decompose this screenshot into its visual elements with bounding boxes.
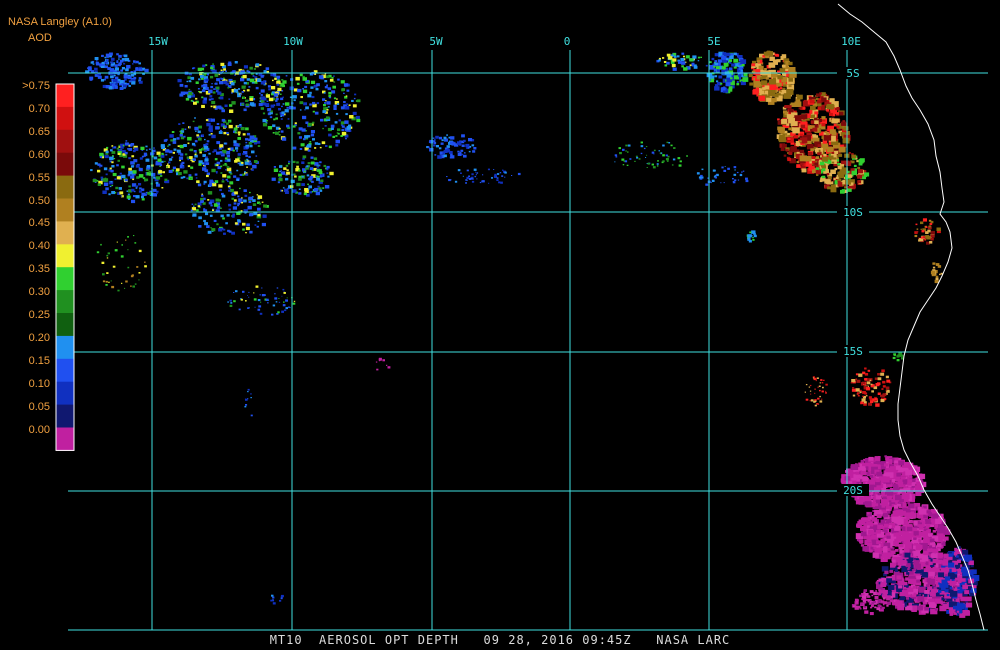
legend-swatch <box>56 175 74 199</box>
legend-swatch <box>56 427 74 451</box>
lon-label-10w: 10W <box>283 35 303 48</box>
lat-label-20s: 20S <box>843 484 863 497</box>
legend-label: 0.50 <box>28 194 50 207</box>
legend-swatch <box>56 198 74 222</box>
lon-label-5w: 5W <box>429 35 443 48</box>
legend-swatch <box>56 358 74 383</box>
legend-swatch <box>56 335 74 360</box>
legend-label: 0.10 <box>28 377 50 390</box>
legend-swatch <box>56 244 74 268</box>
legend-swatch <box>56 404 74 428</box>
legend-label: 0.30 <box>28 286 50 299</box>
legend-label: 0.45 <box>28 217 50 230</box>
legend-swatch <box>56 84 74 108</box>
lat-label-15s: 15S <box>843 345 863 358</box>
lon-label-15w: 15W <box>148 35 168 48</box>
lat-label-10s: 10S <box>843 206 863 219</box>
lon-label-5e: 5E <box>707 35 720 48</box>
footer-title: MT10 AEROSOL OPT DEPTH 09 28, 2016 09:45… <box>269 633 731 647</box>
lat-label-5s: 5S <box>846 67 859 80</box>
legend-label: 0.25 <box>28 309 50 321</box>
legend-swatch <box>56 152 74 177</box>
legend-swatch <box>56 129 74 154</box>
color-scale-bar <box>55 83 75 451</box>
source-label: NASA Langley (A1.0) <box>8 16 112 28</box>
product-label: AOD <box>28 32 52 44</box>
legend-label: 0.00 <box>28 423 50 436</box>
legend-swatch <box>56 381 74 406</box>
legend-label: 0.55 <box>28 171 50 184</box>
legend-label: 0.35 <box>28 263 50 276</box>
legend-swatch <box>56 221 74 245</box>
legend-swatch <box>56 106 74 131</box>
legend-label: 0.05 <box>28 400 50 413</box>
legend-swatch <box>56 267 74 291</box>
aod-map: 15W 10W 5W 0 5E 10E 5S 10S 15S 20S <box>0 0 1000 650</box>
lon-label-10e: 10E <box>841 35 861 48</box>
legend-swatch <box>56 313 74 337</box>
lon-label-0: 0 <box>564 35 571 48</box>
legend-swatch <box>56 290 74 314</box>
legend-label: 0.65 <box>28 125 50 138</box>
legend-label: 0.70 <box>28 102 50 115</box>
legend-label: 0.20 <box>28 331 50 344</box>
legend-label: 0.40 <box>28 240 50 253</box>
legend-label: 0.60 <box>28 148 50 161</box>
legend-label: 0.15 <box>28 354 50 367</box>
legend-label: >0.75 <box>22 80 50 92</box>
